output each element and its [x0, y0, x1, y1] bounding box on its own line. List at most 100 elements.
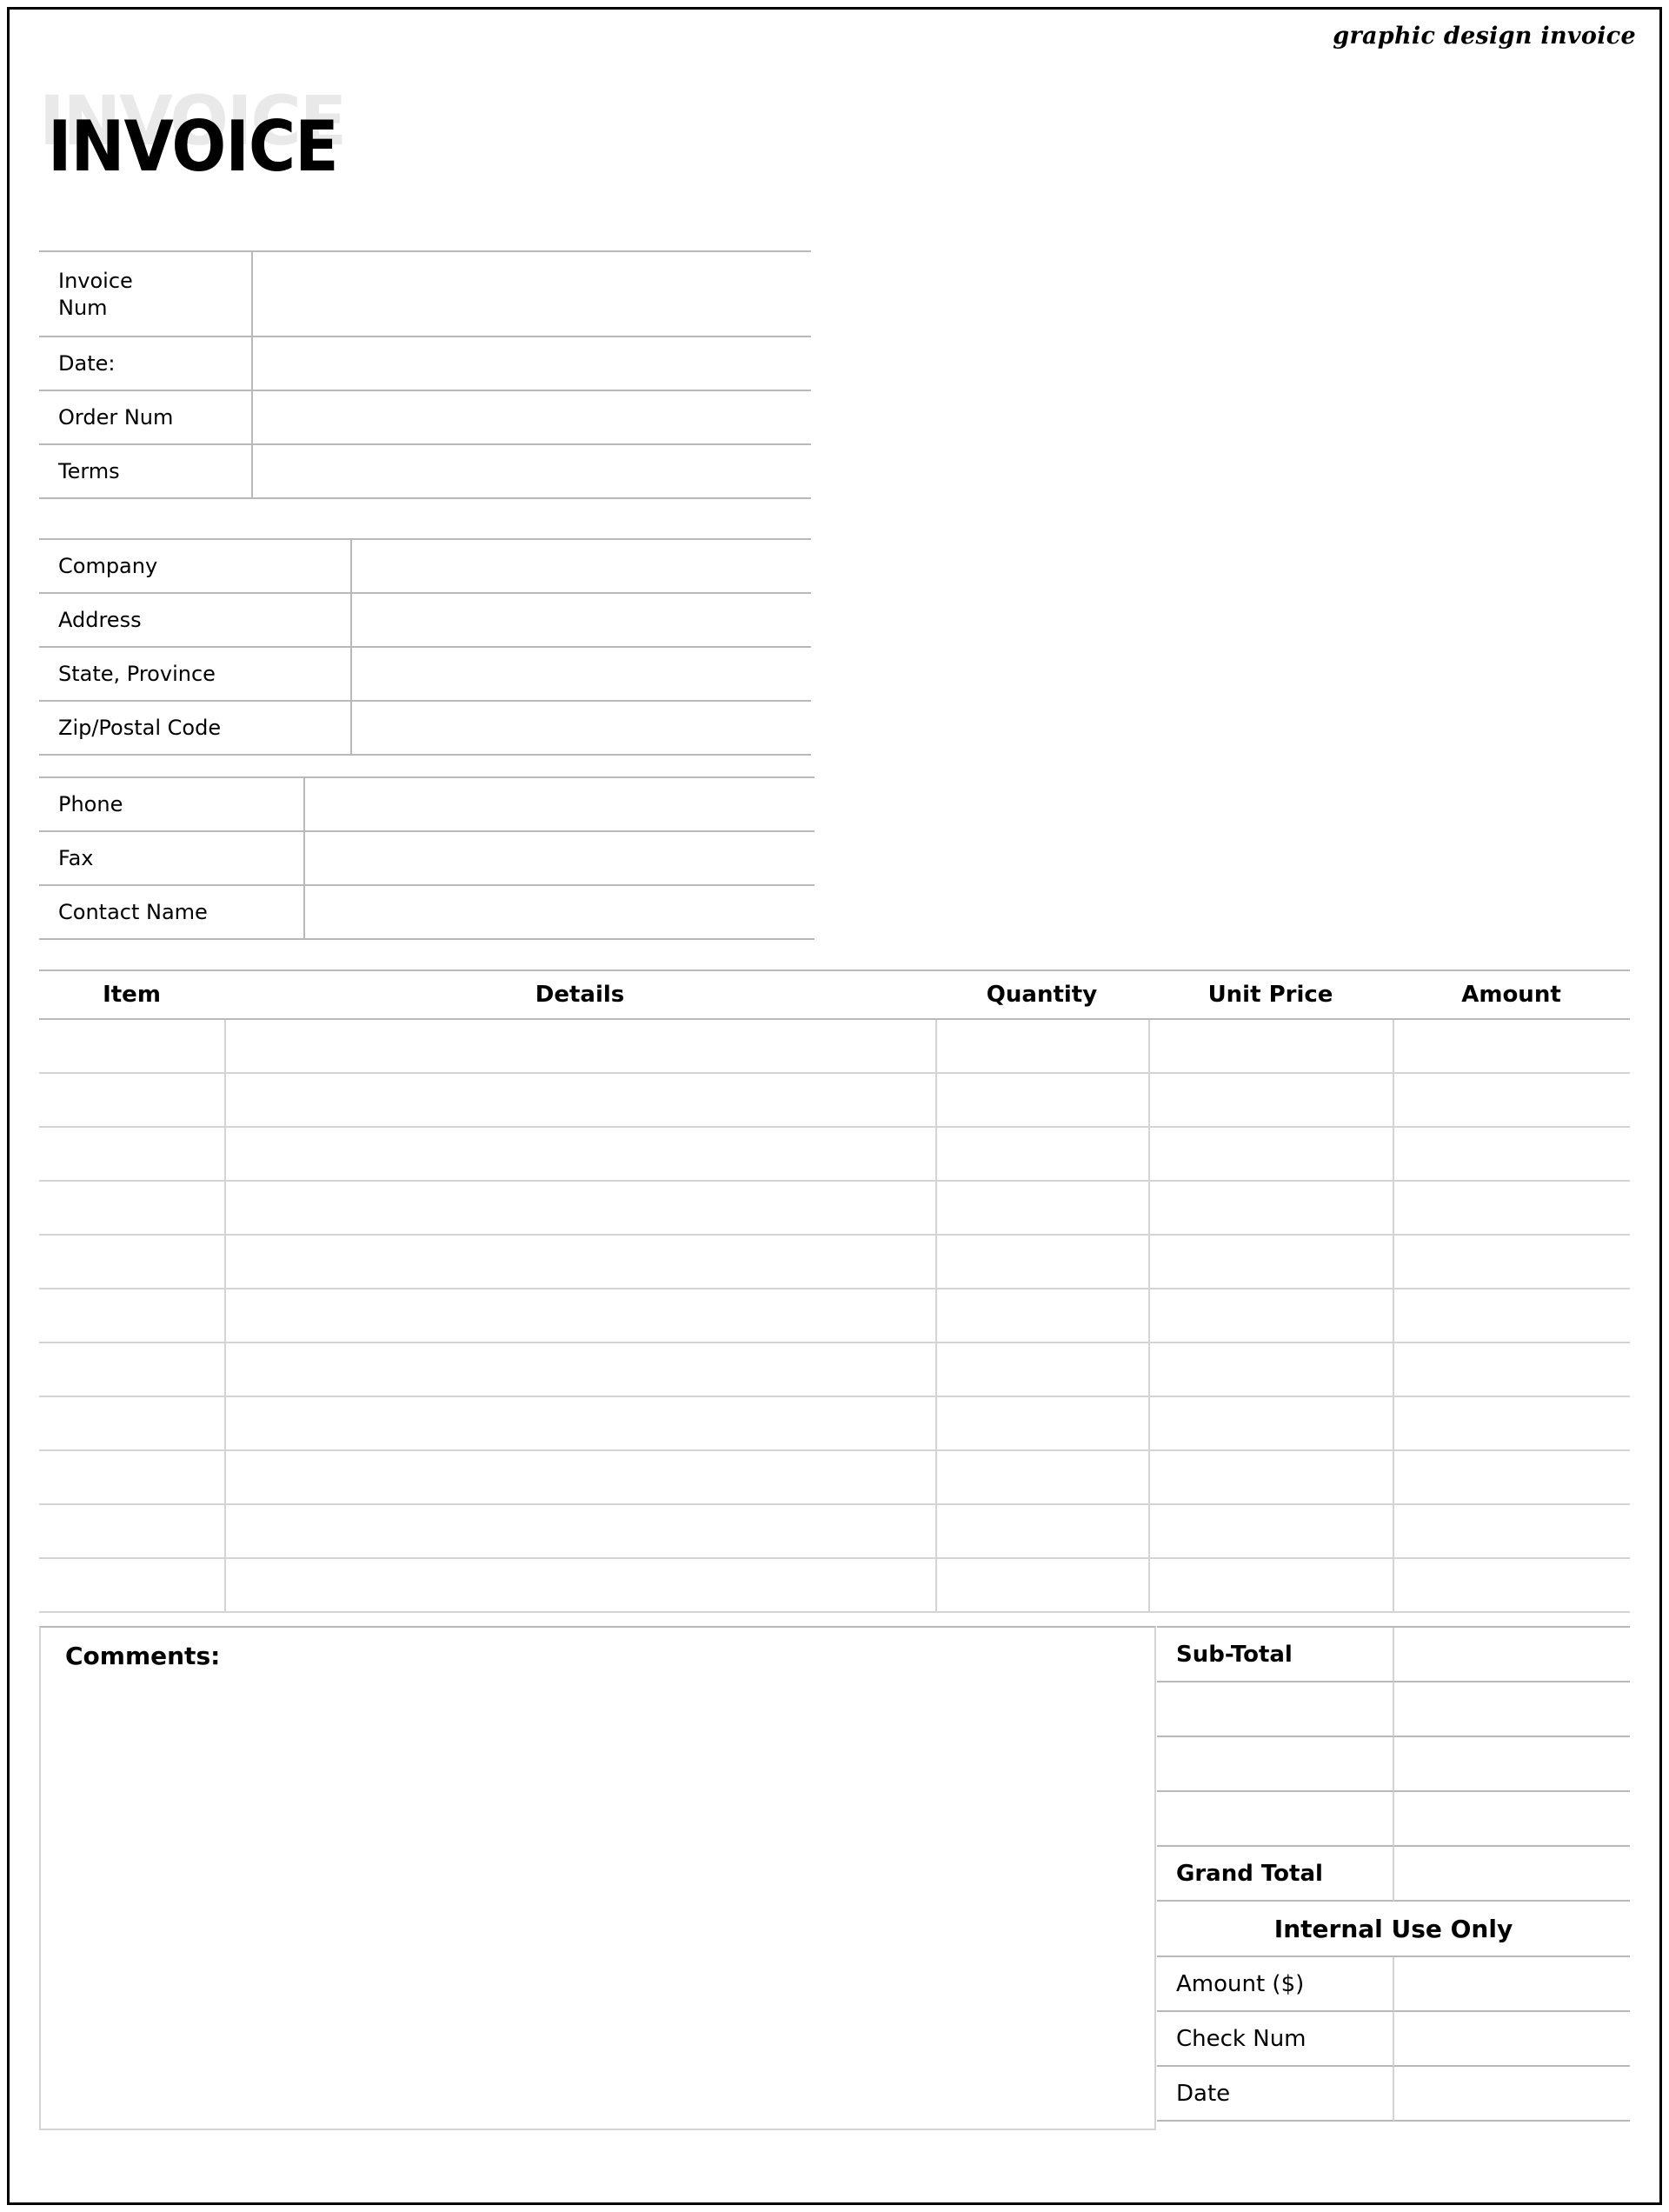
cell-details[interactable]: [224, 1505, 935, 1559]
cell-unit-price[interactable]: [1148, 1451, 1393, 1505]
input-address[interactable]: [352, 594, 811, 648]
input-invoice-num[interactable]: [253, 252, 811, 337]
input-terms[interactable]: [253, 445, 811, 499]
input-blank-2[interactable]: [1394, 1737, 1630, 1792]
cell-details[interactable]: [224, 1559, 935, 1613]
cell-unit-price[interactable]: [1148, 1559, 1393, 1613]
invoice-title-group: INVOICE INVOICE: [39, 88, 561, 183]
table-row: [39, 1397, 1630, 1451]
input-blank-1[interactable]: [1394, 1682, 1630, 1737]
input-internal-amount[interactable]: [1394, 1957, 1630, 2012]
label-order-num: Order Num: [39, 391, 253, 445]
cell-item[interactable]: [39, 1343, 224, 1397]
cell-quantity[interactable]: [935, 1505, 1148, 1559]
cell-amount[interactable]: [1393, 1020, 1630, 1074]
cell-quantity[interactable]: [935, 1182, 1148, 1236]
field-row-zip: Zip/Postal Code: [39, 702, 811, 756]
cell-amount[interactable]: [1393, 1236, 1630, 1289]
cell-details[interactable]: [224, 1020, 935, 1074]
cell-unit-price[interactable]: [1148, 1289, 1393, 1343]
input-state-province[interactable]: [352, 648, 811, 702]
cell-item[interactable]: [39, 1559, 224, 1613]
cell-unit-price[interactable]: [1148, 1236, 1393, 1289]
input-sub-total[interactable]: [1394, 1628, 1630, 1682]
label-state-province: State, Province: [39, 648, 352, 702]
cell-quantity[interactable]: [935, 1074, 1148, 1128]
cell-unit-price[interactable]: [1148, 1343, 1393, 1397]
cell-amount[interactable]: [1393, 1343, 1630, 1397]
field-row-contact-name: Contact Name: [39, 886, 815, 940]
cell-details[interactable]: [224, 1182, 935, 1236]
cell-details[interactable]: [224, 1451, 935, 1505]
cell-amount[interactable]: [1393, 1505, 1630, 1559]
contact-info-block: Phone Fax Contact Name: [39, 776, 815, 940]
comments-box[interactable]: Comments:: [39, 1626, 1156, 2130]
input-contact-name[interactable]: [305, 886, 815, 940]
cell-quantity[interactable]: [935, 1289, 1148, 1343]
field-row-company: Company: [39, 540, 811, 594]
cell-quantity[interactable]: [935, 1020, 1148, 1074]
field-row-phone: Phone: [39, 778, 815, 832]
cell-amount[interactable]: [1393, 1182, 1630, 1236]
totals-row-date: Date: [1157, 2067, 1630, 2122]
cell-unit-price[interactable]: [1148, 1397, 1393, 1451]
cell-details[interactable]: [224, 1128, 935, 1182]
input-blank-3[interactable]: [1394, 1792, 1630, 1847]
page-title: INVOICE: [48, 106, 339, 188]
label-sub-total: Sub-Total: [1157, 1628, 1394, 1682]
cell-details[interactable]: [224, 1397, 935, 1451]
cell-details[interactable]: [224, 1074, 935, 1128]
input-internal-date[interactable]: [1394, 2067, 1630, 2122]
cell-quantity[interactable]: [935, 1236, 1148, 1289]
cell-quantity[interactable]: [935, 1128, 1148, 1182]
cell-unit-price[interactable]: [1148, 1128, 1393, 1182]
input-order-num[interactable]: [253, 391, 811, 445]
comments-label: Comments:: [65, 1642, 221, 1670]
field-row-state-province: State, Province: [39, 648, 811, 702]
input-date[interactable]: [253, 337, 811, 391]
input-fax[interactable]: [305, 832, 815, 886]
cell-amount[interactable]: [1393, 1074, 1630, 1128]
cell-amount[interactable]: [1393, 1397, 1630, 1451]
cell-item[interactable]: [39, 1397, 224, 1451]
input-phone[interactable]: [305, 778, 815, 832]
cell-unit-price[interactable]: [1148, 1074, 1393, 1128]
cell-unit-price[interactable]: [1148, 1020, 1393, 1074]
cell-details[interactable]: [224, 1343, 935, 1397]
totals-row-amount: Amount ($): [1157, 1957, 1630, 2012]
input-zip-postal-code[interactable]: [352, 702, 811, 756]
cell-details[interactable]: [224, 1236, 935, 1289]
cell-item[interactable]: [39, 1505, 224, 1559]
cell-item[interactable]: [39, 1182, 224, 1236]
cell-details[interactable]: [224, 1289, 935, 1343]
cell-item[interactable]: [39, 1289, 224, 1343]
label-phone: Phone: [39, 778, 305, 832]
input-company[interactable]: [352, 540, 811, 594]
cell-quantity[interactable]: [935, 1559, 1148, 1613]
field-row-address: Address: [39, 594, 811, 648]
totals-row-sub-total: Sub-Total: [1157, 1628, 1630, 1682]
invoice-page: graphic design invoice INVOICE INVOICE I…: [7, 7, 1662, 2205]
cell-item[interactable]: [39, 1128, 224, 1182]
cell-item[interactable]: [39, 1451, 224, 1505]
label-blank-1[interactable]: [1157, 1682, 1394, 1737]
cell-amount[interactable]: [1393, 1128, 1630, 1182]
cell-quantity[interactable]: [935, 1397, 1148, 1451]
field-row-date: Date:: [39, 337, 811, 391]
input-internal-check-num[interactable]: [1394, 2012, 1630, 2067]
label-blank-3[interactable]: [1157, 1792, 1394, 1847]
totals-row-blank-2: [1157, 1737, 1630, 1792]
cell-unit-price[interactable]: [1148, 1182, 1393, 1236]
cell-quantity[interactable]: [935, 1451, 1148, 1505]
cell-amount[interactable]: [1393, 1559, 1630, 1613]
cell-quantity[interactable]: [935, 1343, 1148, 1397]
cell-amount[interactable]: [1393, 1289, 1630, 1343]
cell-unit-price[interactable]: [1148, 1505, 1393, 1559]
cell-item[interactable]: [39, 1074, 224, 1128]
cell-item[interactable]: [39, 1020, 224, 1074]
input-grand-total[interactable]: [1394, 1847, 1630, 1902]
cell-amount[interactable]: [1393, 1451, 1630, 1505]
label-blank-2[interactable]: [1157, 1737, 1394, 1792]
cell-item[interactable]: [39, 1236, 224, 1289]
field-row-order-num: Order Num: [39, 391, 811, 445]
